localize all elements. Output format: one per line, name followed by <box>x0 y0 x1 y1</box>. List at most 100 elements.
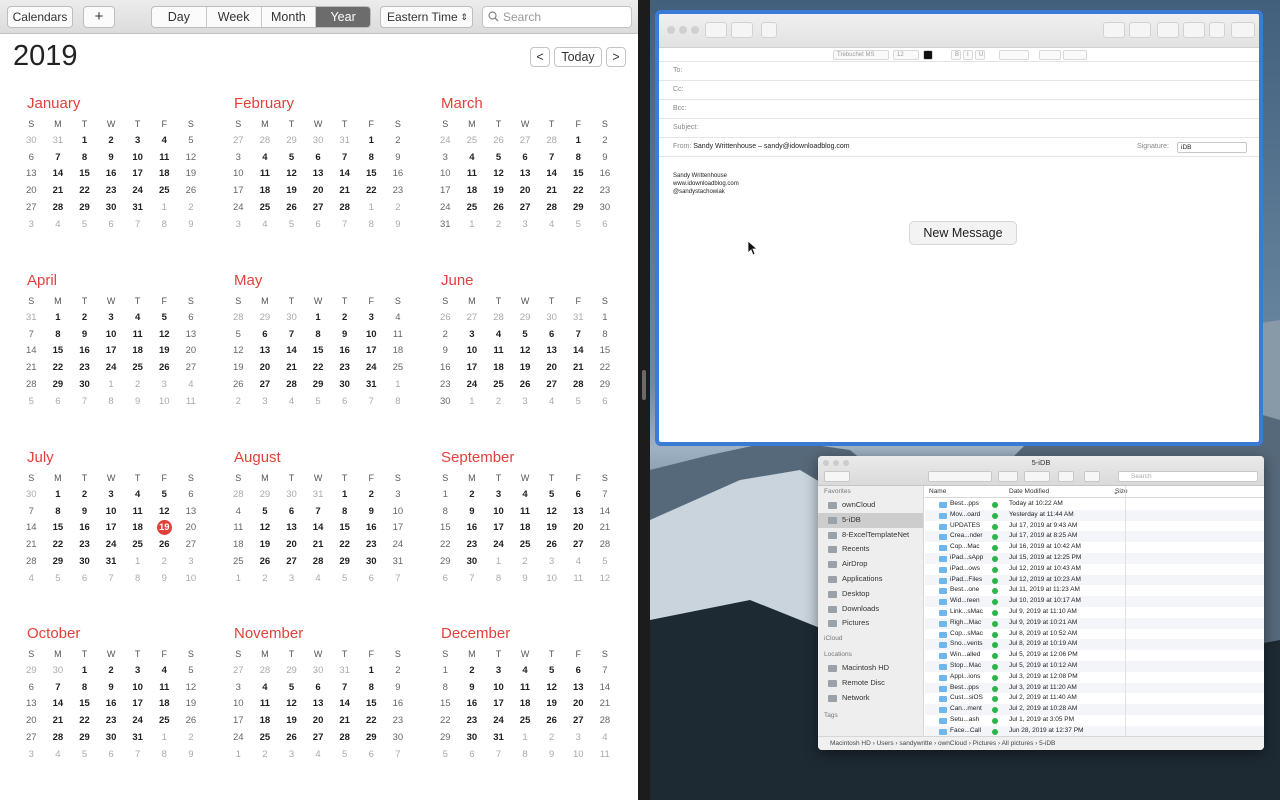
month-december[interactable]: December S M T W T F S 1 2 3 4 5 6 7 8 9 10 11 12 13 14 15 16 17… <box>432 625 610 764</box>
day-cell[interactable]: 21 <box>18 537 45 554</box>
day-cell[interactable]: 29 <box>432 730 459 747</box>
day-cell[interactable]: 19 <box>538 520 565 537</box>
day-cell[interactable]: 1 <box>459 217 486 234</box>
day-cell[interactable]: 26 <box>151 360 178 377</box>
day-cell[interactable]: 25 <box>151 183 178 200</box>
day-cell[interactable]: 20 <box>178 520 205 537</box>
day-cell[interactable]: 30 <box>305 663 332 680</box>
day-cell[interactable]: 23 <box>432 377 459 394</box>
day-cell[interactable]: 11 <box>252 166 279 183</box>
day-cell[interactable]: 1 <box>331 487 358 504</box>
text-color-icon[interactable] <box>923 50 933 60</box>
tag-icon[interactable] <box>1084 471 1100 482</box>
day-cell[interactable]: 10 <box>225 166 252 183</box>
month-june[interactable]: June S M T W T F S 26 27 28 29 30 31 1 2 3 4 5 6 7 8 9 10 11 12 13… <box>432 272 610 411</box>
day-cell[interactable]: 26 <box>278 730 305 747</box>
day-cell[interactable]: 7 <box>124 217 151 234</box>
day-cell[interactable]: 1 <box>45 487 72 504</box>
indent-icon[interactable] <box>1063 50 1087 60</box>
day-cell[interactable]: 3 <box>432 150 459 167</box>
day-cell[interactable]: 6 <box>592 217 619 234</box>
close-button[interactable] <box>667 26 675 34</box>
day-cell[interactable]: 4 <box>538 217 565 234</box>
day-cell[interactable]: 6 <box>278 504 305 521</box>
day-cell[interactable]: 26 <box>485 200 512 217</box>
day-cell[interactable]: 21 <box>278 360 305 377</box>
day-cell[interactable]: 9 <box>538 747 565 764</box>
day-cell[interactable]: 12 <box>151 504 178 521</box>
day-cell[interactable]: 17 <box>225 713 252 730</box>
day-cell[interactable]: 16 <box>71 343 98 360</box>
day-cell[interactable]: 4 <box>252 150 279 167</box>
day-cell[interactable]: 7 <box>45 150 72 167</box>
day-cell[interactable]: 1 <box>565 133 592 150</box>
day-cell[interactable]: 30 <box>459 730 486 747</box>
format-icon[interactable] <box>1183 22 1205 38</box>
share-icon[interactable] <box>1058 471 1074 482</box>
file-row[interactable]: Setu...ash Jul 1, 2019 at 3:05 PM <box>925 715 1264 726</box>
day-cell[interactable]: 1 <box>71 663 98 680</box>
month-november[interactable]: November S M T W T F S 27 28 29 30 31 1 2 3 4 5 6 7 8 9 10 11 12… <box>225 625 403 764</box>
day-cell[interactable]: 7 <box>98 571 125 588</box>
day-cell[interactable]: 20 <box>305 713 332 730</box>
day-cell[interactable]: 16 <box>98 696 125 713</box>
column-date-modified[interactable]: Date Modified <box>1009 488 1049 495</box>
minimize-button[interactable] <box>679 26 687 34</box>
day-cell[interactable]: 24 <box>225 200 252 217</box>
day-cell[interactable]: 28 <box>278 377 305 394</box>
day-cell[interactable]: 9 <box>459 504 486 521</box>
day-cell[interactable]: 17 <box>124 696 151 713</box>
day-cell[interactable]: 10 <box>432 166 459 183</box>
day-cell[interactable]: 1 <box>358 133 385 150</box>
day-cell[interactable]: 11 <box>151 680 178 697</box>
day-cell[interactable]: 6 <box>18 680 45 697</box>
day-cell[interactable]: 30 <box>98 730 125 747</box>
file-row[interactable]: Righ...Mac Jul 9, 2019 at 10:21 AM <box>925 617 1264 629</box>
day-cell[interactable]: 6 <box>592 394 619 411</box>
day-cell[interactable]: 14 <box>45 696 72 713</box>
day-cell[interactable]: 10 <box>538 571 565 588</box>
day-cell[interactable]: 14 <box>565 343 592 360</box>
day-cell[interactable]: 3 <box>18 747 45 764</box>
font-select[interactable]: Trebuchet MS <box>833 50 889 60</box>
day-cell[interactable]: 2 <box>485 394 512 411</box>
day-cell[interactable]: 26 <box>225 377 252 394</box>
day-cell[interactable]: 9 <box>98 150 125 167</box>
day-cell[interactable]: 3 <box>538 554 565 571</box>
day-cell[interactable]: 26 <box>538 713 565 730</box>
day-cell[interactable]: 25 <box>124 360 151 377</box>
new-message-button[interactable]: New Message <box>909 221 1017 245</box>
day-cell[interactable]: 19 <box>151 343 178 360</box>
day-cell[interactable]: 4 <box>565 554 592 571</box>
month-july[interactable]: July S M T W T F S 30 1 2 3 4 5 6 7 8 9 10 11 12 13 14 15 16 17 18… <box>18 449 196 588</box>
day-cell[interactable]: 31 <box>331 133 358 150</box>
day-cell[interactable]: 27 <box>18 730 45 747</box>
day-cell[interactable]: 18 <box>385 343 412 360</box>
day-cell[interactable]: 28 <box>331 730 358 747</box>
day-cell[interactable]: 18 <box>459 183 486 200</box>
day-cell[interactable]: 2 <box>331 310 358 327</box>
day-cell[interactable]: 31 <box>358 377 385 394</box>
day-cell[interactable]: 1 <box>512 730 539 747</box>
sidebar-item-network[interactable]: Network <box>818 691 923 706</box>
day-cell[interactable]: 25 <box>225 554 252 571</box>
day-cell[interactable]: 28 <box>45 730 72 747</box>
day-cell[interactable]: 30 <box>538 310 565 327</box>
day-cell[interactable]: 8 <box>151 747 178 764</box>
day-cell[interactable]: 9 <box>71 327 98 344</box>
day-cell[interactable]: 26 <box>512 377 539 394</box>
month-april[interactable]: April S M T W T F S 31 1 2 3 4 5 6 7 8 9 10 11 12 13 14 15 16 17 1… <box>18 272 196 411</box>
day-cell[interactable]: 3 <box>485 487 512 504</box>
today-button[interactable]: Today <box>554 47 602 67</box>
file-row[interactable]: Cop...sMac Jul 8, 2019 at 10:52 AM <box>925 629 1264 640</box>
day-cell[interactable]: 11 <box>512 680 539 697</box>
day-cell[interactable]: 18 <box>225 537 252 554</box>
day-cell[interactable]: 3 <box>385 487 412 504</box>
month-august[interactable]: August S M T W T F S 28 29 30 31 1 2 3 4 5 6 7 8 9 10 11 12 13 14… <box>225 449 403 588</box>
day-cell[interactable]: 10 <box>151 394 178 411</box>
day-cell[interactable]: 2 <box>385 133 412 150</box>
day-cell[interactable]: 4 <box>305 747 332 764</box>
day-cell[interactable]: 23 <box>358 537 385 554</box>
day-cell[interactable]: 30 <box>432 394 459 411</box>
day-cell[interactable]: 16 <box>385 166 412 183</box>
